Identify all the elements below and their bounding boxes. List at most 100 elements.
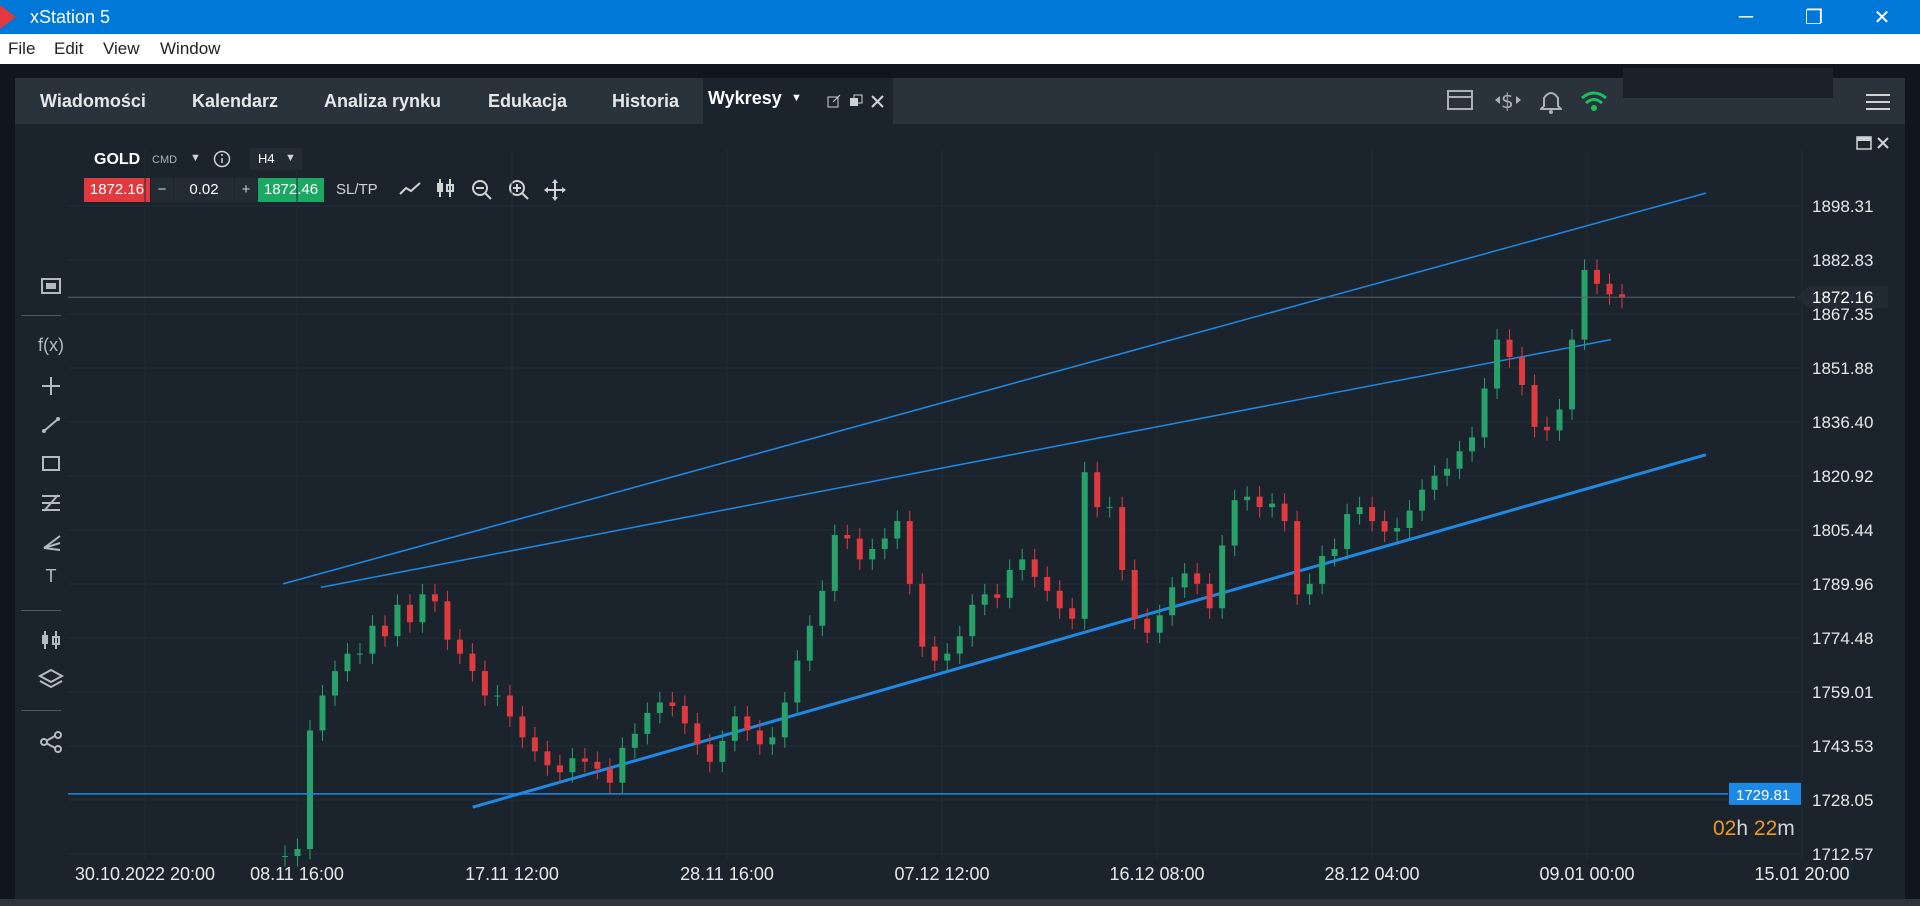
candle-body — [1081, 472, 1088, 619]
candle-body — [906, 521, 913, 584]
candle-body — [1406, 510, 1413, 529]
candle-body — [569, 758, 576, 773]
candle-body — [594, 761, 601, 769]
candle-body — [931, 646, 938, 661]
candle-body — [1481, 388, 1488, 438]
candle-body — [1281, 503, 1288, 522]
candle-body — [831, 535, 838, 591]
candle-body — [1556, 409, 1563, 431]
candle-body — [419, 594, 426, 623]
candle-body — [844, 535, 851, 539]
candle-body — [1306, 583, 1313, 595]
candle-body — [556, 765, 563, 773]
candle-body — [406, 604, 413, 623]
candle-body — [1094, 472, 1101, 508]
candle-body — [656, 702, 663, 713]
candle-body — [856, 538, 863, 560]
candle-body — [956, 636, 963, 654]
candle-body — [1169, 587, 1176, 616]
candle-body — [581, 758, 588, 762]
candle-body — [1256, 496, 1263, 508]
candle-body — [381, 625, 388, 637]
x-axis-tick-label: 09.01 00:00 — [1539, 864, 1634, 884]
candle-body — [1594, 269, 1601, 284]
trendline — [282, 192, 1706, 585]
trendline — [472, 453, 1707, 809]
candle-body — [469, 653, 476, 672]
candle-body — [356, 653, 363, 655]
candle-body — [881, 538, 888, 549]
candle-body — [744, 716, 751, 731]
trendline — [320, 338, 1612, 589]
candle-body — [531, 737, 538, 752]
horizontal-level-label: 1729.81 — [1736, 787, 1790, 804]
candle-body — [1219, 545, 1226, 609]
candle-body — [981, 594, 988, 605]
candle-body — [919, 583, 926, 647]
price-chart[interactable]: 30.10.2022 20:00 08.11 16:00 17.11 12:00 28… — [0, 0, 1920, 906]
candle-body — [444, 601, 451, 640]
candle-body — [644, 712, 651, 734]
candle-body — [306, 730, 313, 850]
timer-hours-unit: h — [1736, 817, 1749, 840]
candle-body — [282, 855, 288, 857]
candle-body — [719, 740, 726, 762]
candle-body — [1119, 507, 1126, 570]
candle-body — [1006, 569, 1013, 598]
candle-body — [1344, 514, 1351, 549]
candle-body — [1069, 608, 1076, 619]
status-strip — [0, 899, 1920, 906]
x-axis-tick-label: 28.11 16:00 — [680, 864, 774, 884]
candle-body — [1031, 559, 1038, 577]
candle-body — [494, 695, 501, 697]
candle-body — [1581, 269, 1588, 340]
candle-body — [969, 604, 976, 637]
candle-body — [631, 733, 638, 748]
candle-body — [1381, 521, 1388, 532]
candle-body — [369, 625, 376, 654]
candle-body — [1519, 357, 1526, 386]
candle-body — [781, 702, 788, 738]
x-axis-tick-label: 17.11 12:00 — [465, 864, 559, 884]
candle-body — [394, 604, 401, 637]
candle-body — [1019, 559, 1026, 570]
candle-body — [606, 768, 613, 783]
candle-body — [1456, 451, 1463, 469]
candle-body — [944, 653, 951, 661]
candle-body — [1419, 489, 1426, 511]
y-axis-tick-label: 1759.01 — [1812, 683, 1873, 702]
y-axis-tick-label: 1851.88 — [1812, 359, 1873, 378]
y-axis-tick-label: 1805.44 — [1812, 521, 1873, 540]
timer-minutes: 22 — [1753, 817, 1778, 840]
candle-timer: 02h 22m — [1713, 817, 1795, 841]
candle-body — [1231, 500, 1238, 546]
candle-body — [806, 625, 813, 661]
candle-body — [1294, 521, 1301, 595]
candle-body — [1331, 548, 1338, 556]
y-axis-tick-label: 1774.48 — [1812, 629, 1873, 648]
candle-body — [1569, 339, 1576, 410]
candle-body — [1244, 496, 1251, 501]
candle-body — [706, 744, 713, 762]
candle-body — [1356, 507, 1363, 515]
candle-body — [1044, 576, 1051, 591]
x-axis-tick-label: 28.12 04:00 — [1324, 864, 1419, 884]
candle-body — [1194, 573, 1201, 584]
timer-minutes-unit: m — [1777, 817, 1795, 840]
y-axis-tick-label: 1820.92 — [1812, 467, 1873, 486]
candle-body — [1606, 283, 1613, 295]
candle-body — [869, 548, 876, 560]
candle-body — [669, 702, 676, 706]
candle-body — [619, 747, 626, 783]
candle-body — [756, 730, 763, 745]
x-axis-tick-label: 30.10.2022 20:00 — [75, 864, 215, 884]
candle-body — [331, 671, 338, 696]
candle-body — [994, 594, 1001, 598]
candle-body — [819, 590, 826, 626]
candle-body — [1181, 573, 1188, 588]
y-axis-tick-label: 1898.31 — [1812, 197, 1873, 216]
candle-body — [1319, 555, 1326, 584]
candle-body — [431, 594, 438, 602]
candle-body — [1144, 618, 1151, 633]
y-axis-tick-label: 1728.05 — [1812, 791, 1873, 810]
